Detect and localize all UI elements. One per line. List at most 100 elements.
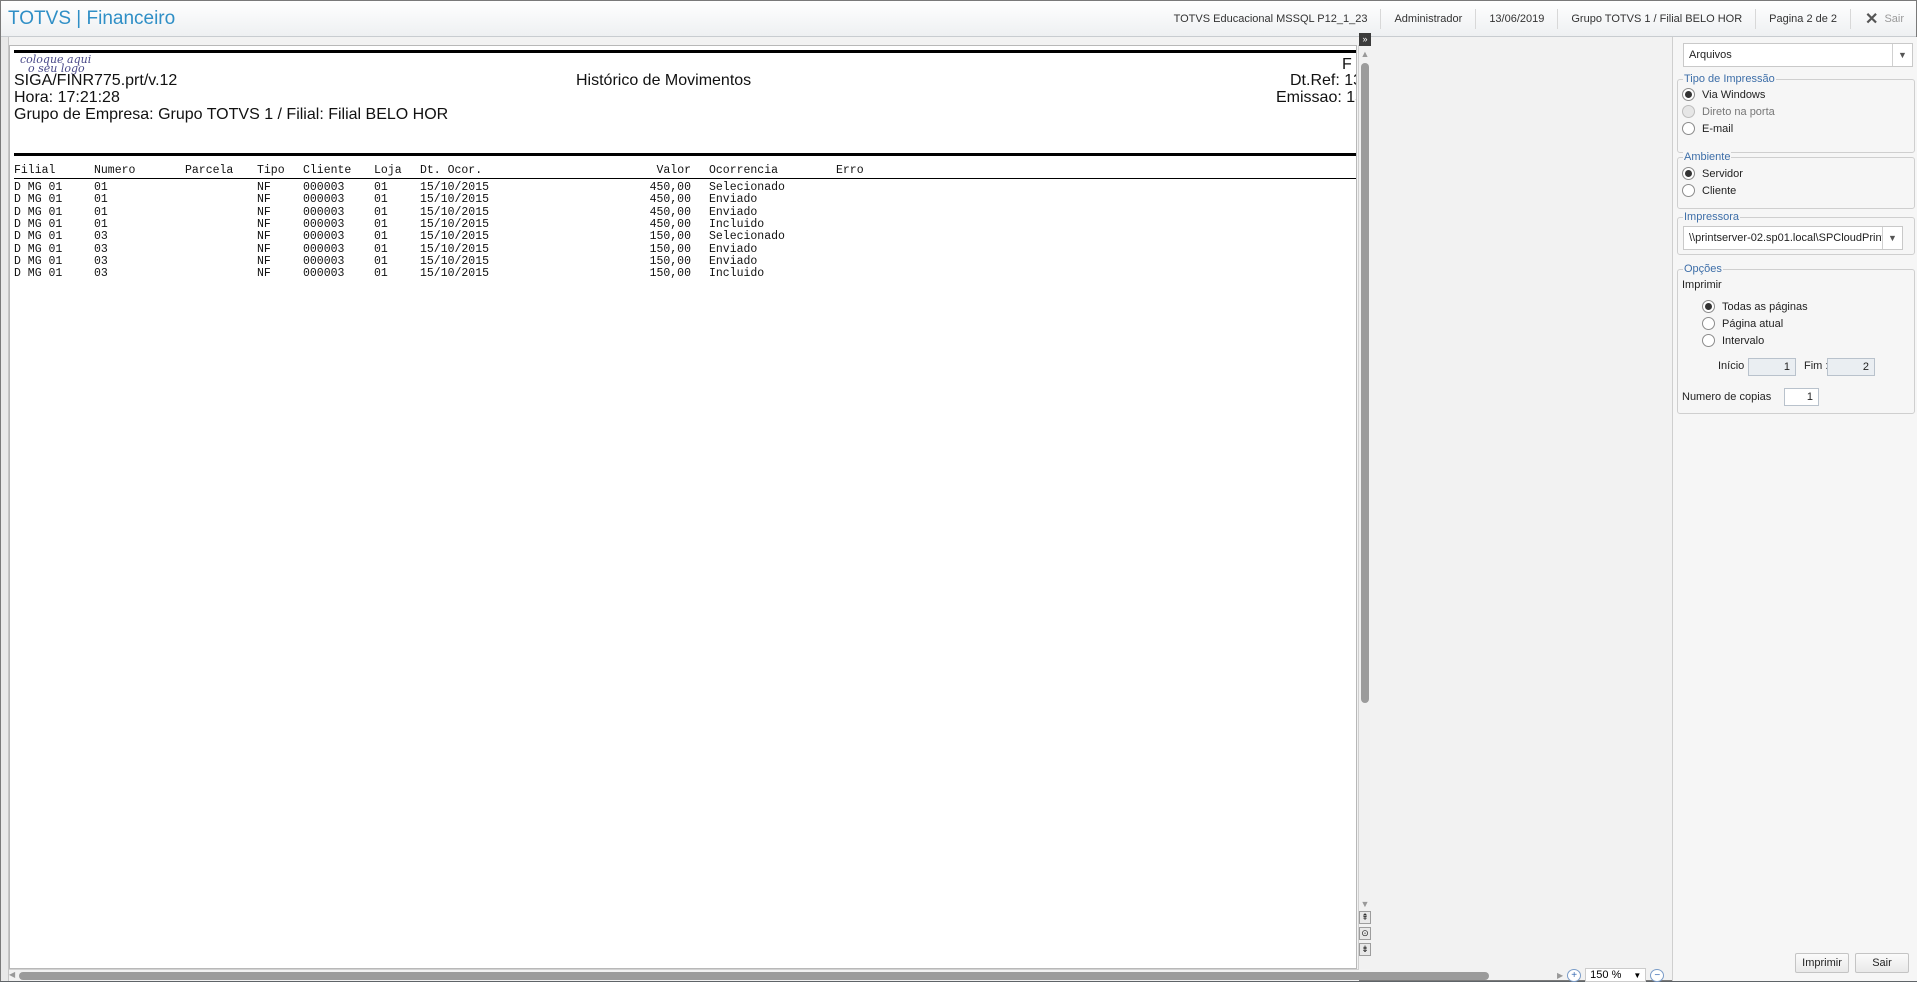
table-cell: 01 bbox=[374, 181, 388, 194]
table-cell: 15/10/2015 bbox=[420, 193, 490, 207]
column-header: Numero bbox=[94, 164, 136, 177]
table-cell: Incluido bbox=[709, 217, 765, 231]
table-cell: NF bbox=[257, 242, 271, 256]
horizontal-scroll-thumb[interactable] bbox=[19, 972, 1489, 980]
table-cell: NF bbox=[257, 267, 271, 281]
report-preview: coloque aqui o seu logo F SIGA/FINR775.p… bbox=[9, 45, 1357, 969]
table-cell: Enviado bbox=[709, 193, 758, 207]
horizontal-scrollbar[interactable]: ◀ bbox=[9, 969, 1489, 981]
table-cell: 15/10/2015 bbox=[420, 181, 490, 194]
table-cell: 01 bbox=[94, 181, 108, 194]
radio-todas-paginas[interactable]: Todas as páginas bbox=[1702, 300, 1808, 313]
print-options-panel: Arquivos ▼ Tipo de Impressão Via Windows… bbox=[1672, 37, 1917, 981]
tipo-impressao-group: Tipo de Impressão Via Windows Direto na … bbox=[1677, 73, 1915, 153]
opcoes-group: Opções Imprimir Todas as páginas Página … bbox=[1677, 263, 1915, 414]
branch-label: Grupo TOTVS 1 / Filial BELO HOR bbox=[1557, 9, 1755, 29]
table-cell: 15/10/2015 bbox=[420, 254, 490, 268]
zoom-out-icon[interactable]: − bbox=[1650, 968, 1665, 982]
scroll-left-icon[interactable]: ◀ bbox=[9, 970, 15, 979]
table-cell: NF bbox=[257, 181, 271, 194]
table-cell: 450,00 bbox=[649, 181, 691, 194]
fim-input[interactable]: 2 bbox=[1827, 358, 1875, 376]
exit-top-label: Sair bbox=[1884, 13, 1904, 25]
radio-email[interactable]: E-mail bbox=[1682, 122, 1733, 135]
radio-cliente[interactable]: Cliente bbox=[1682, 184, 1736, 197]
table-cell: 01 bbox=[94, 193, 108, 207]
radio-via-windows[interactable]: Via Windows bbox=[1682, 88, 1765, 101]
app-title: TOTVS | Financeiro bbox=[8, 8, 176, 29]
column-header: Loja bbox=[374, 164, 402, 177]
table-cell: 01 bbox=[374, 267, 388, 281]
refresh-icon[interactable]: ⊙ bbox=[1359, 927, 1371, 940]
table-cell: D MG 01 bbox=[14, 193, 63, 207]
table-cell: 150,00 bbox=[649, 267, 691, 281]
column-header: Tipo bbox=[257, 164, 285, 177]
print-button[interactable]: Imprimir bbox=[1795, 953, 1849, 973]
environment-label: TOTVS Educacional MSSQL P12_1_23 bbox=[1173, 13, 1368, 25]
table-cell: 000003 bbox=[303, 254, 345, 268]
table-cell: 01 bbox=[374, 254, 388, 268]
table-cell: D MG 01 bbox=[14, 267, 63, 281]
table-cell: NF bbox=[257, 193, 271, 207]
chevron-down-icon: ▼ bbox=[1633, 970, 1642, 980]
chevron-down-icon: ▼ bbox=[1882, 227, 1902, 249]
report-time: Hora: 17:21:28 bbox=[14, 89, 120, 106]
report-page: coloque aqui o seu logo F SIGA/FINR775.p… bbox=[14, 50, 1356, 965]
printer-dropdown[interactable]: \\printserver-02.sp01.local\SPCloudPrint… bbox=[1683, 226, 1903, 250]
radio-pagina-atual[interactable]: Página atual bbox=[1702, 317, 1783, 330]
close-icon: ✕ bbox=[1865, 11, 1879, 28]
report-program: SIGA/FINR775.prt/v.12 bbox=[14, 72, 178, 89]
zoom-select[interactable]: 150 % ▼ bbox=[1585, 968, 1647, 982]
page-indicator: Pagina 2 de 2 bbox=[1755, 9, 1850, 29]
table-cell: D MG 01 bbox=[14, 181, 63, 194]
exit-top-button[interactable]: ✕ Sair bbox=[1850, 9, 1916, 29]
table-cell: 01 bbox=[94, 217, 108, 231]
scroll-right-icon[interactable]: ▶ bbox=[1557, 971, 1563, 980]
table-cell: 03 bbox=[94, 254, 108, 268]
radio-servidor[interactable]: Servidor bbox=[1682, 167, 1743, 180]
fim-label: Fim : bbox=[1804, 360, 1829, 372]
table-cell: 000003 bbox=[303, 242, 345, 256]
report-dt-ref: Dt.Ref: 13/0 bbox=[1290, 72, 1356, 89]
table-cell: D MG 01 bbox=[14, 254, 63, 268]
table-cell: Enviado bbox=[709, 254, 758, 268]
table-cell: 01 bbox=[374, 193, 388, 207]
report-title: Histórico de Movimentos bbox=[576, 72, 752, 89]
table-cell: 000003 bbox=[303, 230, 345, 244]
scroll-up-icon[interactable]: ▲ bbox=[1359, 49, 1371, 62]
table-cell: 01 bbox=[94, 205, 108, 219]
zoom-in-icon[interactable]: + bbox=[1567, 968, 1582, 982]
vertical-scroll-thumb[interactable] bbox=[1361, 63, 1369, 703]
table-cell: Selecionado bbox=[709, 230, 785, 244]
arquivos-dropdown[interactable]: Arquivos ▼ bbox=[1683, 43, 1913, 67]
inicio-input[interactable]: 1 bbox=[1748, 358, 1796, 376]
table-cell: NF bbox=[257, 254, 271, 268]
column-header: Erro bbox=[836, 164, 864, 177]
table-cell: NF bbox=[257, 217, 271, 231]
imprimir-label: Imprimir bbox=[1682, 279, 1722, 291]
table-cell: D MG 01 bbox=[14, 205, 63, 219]
report-company: Grupo de Empresa: Grupo TOTVS 1 / Filial… bbox=[14, 106, 449, 123]
ambiente-group: Ambiente Servidor Cliente bbox=[1677, 151, 1915, 209]
column-header: Parcela bbox=[185, 164, 234, 177]
exit-button[interactable]: Sair bbox=[1855, 953, 1909, 973]
table-cell: 01 bbox=[374, 205, 388, 219]
table-cell: 450,00 bbox=[649, 193, 691, 207]
table-cell: NF bbox=[257, 230, 271, 244]
collapse-panel-icon[interactable]: » bbox=[1359, 33, 1371, 46]
left-edge bbox=[1, 37, 9, 981]
radio-intervalo[interactable]: Intervalo bbox=[1702, 334, 1764, 347]
table-cell: 450,00 bbox=[649, 217, 691, 231]
first-page-icon[interactable]: ⇞ bbox=[1359, 911, 1371, 924]
table-cell: 15/10/2015 bbox=[420, 242, 490, 256]
table-cell: NF bbox=[257, 205, 271, 219]
header-bottom-rule bbox=[14, 153, 1356, 156]
vertical-scrollbar[interactable]: » ▲ ▼ ⇞ ⊙ ⇟ bbox=[1358, 33, 1371, 969]
date-label: 13/06/2019 bbox=[1475, 9, 1557, 29]
header-top-rule bbox=[14, 50, 1356, 53]
app-window: TOTVS | Financeiro TOTVS Educacional MSS… bbox=[0, 0, 1917, 982]
radio-direto-porta[interactable]: Direto na porta bbox=[1682, 105, 1775, 118]
copias-input[interactable]: 1 bbox=[1784, 388, 1819, 406]
table-header-rule bbox=[14, 178, 1356, 179]
last-page-icon[interactable]: ⇟ bbox=[1359, 943, 1371, 956]
